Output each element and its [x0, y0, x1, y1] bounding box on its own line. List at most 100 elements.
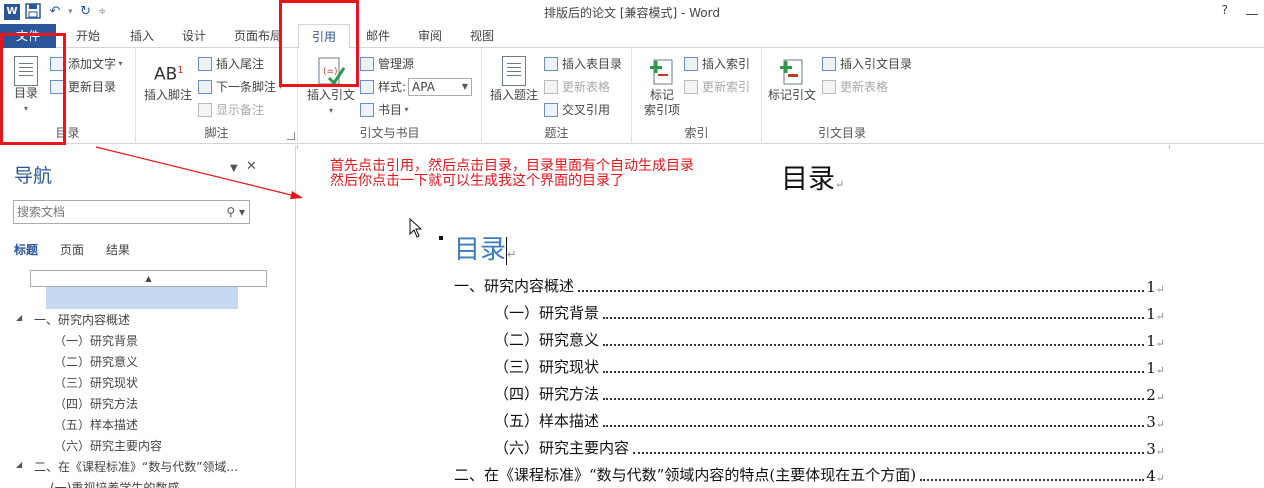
minimize-icon[interactable] [1246, 3, 1258, 15]
insert-citation-dropdown-icon: ▾ [328, 106, 333, 115]
update-toa-button[interactable]: 更新表格 [822, 77, 888, 97]
toc-entry[interactable]: 一、研究内容概述 1 ↵ [454, 276, 1165, 296]
nav-scroll-up-button[interactable]: ▲ [30, 270, 267, 287]
bibliography-button[interactable]: 书目 ▾ [360, 100, 409, 120]
nav-search-input[interactable]: 搜索文档 ⚲ ▾ [13, 200, 250, 224]
update-toc-label: 更新目录 [68, 80, 117, 94]
toc-leader-dots [603, 344, 1145, 346]
search-icon[interactable]: ⚲ ▾ [226, 201, 245, 223]
collapse-icon[interactable]: ◢ [16, 460, 22, 469]
toc-entry-text: （一）研究背景 [494, 304, 600, 322]
toc-entry[interactable]: （六）研究主要内容 3 ↵ [494, 438, 1165, 458]
toc-entry[interactable]: 二、在《课程标准》“数与代数”领域内容的特点(主要体现在五个方面) 4 ↵ [454, 465, 1165, 485]
note-line-1: 首先点击引用，然后点击目录，目录里面有个自动生成目录 [330, 158, 694, 174]
nav-tab-pages[interactable]: 页面 [60, 241, 84, 258]
toc-entry-text: （二）研究意义 [494, 331, 600, 349]
update-table-button[interactable]: 更新表格 [544, 77, 610, 97]
nav-heading-item[interactable]: (一)重视培养学生的数感 [50, 479, 179, 488]
paragraph-mark: ↵ [835, 178, 845, 191]
nav-close-icon[interactable]: ✕ [246, 159, 257, 174]
bibliography-icon [360, 103, 374, 117]
toc-page-number: 3 [1146, 440, 1156, 458]
insert-footnote-button[interactable]: AB1 插入脚注 [140, 56, 196, 103]
ribbon-tab-row: 文件 开始 插入 设计 页面布局 引用 邮件 审阅 视图 [0, 24, 1264, 49]
toc-page-number: 3 [1146, 413, 1156, 431]
window-title: 排版后的论文 [兼容模式] - Word [544, 6, 720, 20]
insert-table-of-figures-button[interactable]: 插入表目录 [544, 54, 622, 74]
tab-view[interactable]: 视图 [460, 24, 504, 48]
toc-entry[interactable]: （五）样本描述 3 ↵ [494, 411, 1165, 431]
tab-design[interactable]: 设计 [172, 24, 216, 48]
insert-toa-button[interactable]: 插入引文目录 [822, 54, 912, 74]
show-notes-button[interactable]: 显示备注 [198, 100, 264, 120]
citation-style-select[interactable]: APA ▼ [408, 78, 473, 96]
captions-group-label: 题注 [544, 126, 569, 140]
insert-index-button[interactable]: 插入索引 [684, 54, 750, 74]
update-index-label: 更新索引 [702, 80, 751, 94]
nav-heading-item[interactable]: （四）研究方法 [54, 395, 138, 412]
footnotes-group: AB1 插入脚注 插入尾注 下一条脚注 ▾ 显示备注 脚注 [136, 48, 298, 144]
insert-endnote-button[interactable]: 插入尾注 [198, 54, 264, 74]
add-text-dropdown-icon: ▾ [116, 59, 123, 68]
update-toa-label: 更新表格 [840, 80, 889, 94]
toc-heading[interactable]: 目录↵ [454, 229, 516, 266]
tab-home[interactable]: 开始 [66, 24, 110, 48]
insert-caption-label: 插入题注 [489, 88, 538, 102]
mark-citation-button[interactable]: 标记引文 [764, 56, 820, 103]
toc-leader-dots [920, 479, 1145, 481]
citation-style-value: APA [412, 80, 435, 94]
index-group-label: 索引 [684, 126, 709, 140]
nav-options-icon[interactable]: ▼ [230, 163, 238, 174]
toc-entry[interactable]: （二）研究意义 1 ↵ [494, 330, 1165, 350]
toc-leader-dots [603, 398, 1145, 400]
tab-mailings[interactable]: 邮件 [356, 24, 400, 48]
next-footnote-button[interactable]: 下一条脚注 ▾ [198, 77, 283, 97]
mark-entry-button[interactable]: 标记 索引项 [636, 56, 688, 118]
authorities-group: 标记引文 插入引文目录 更新表格 引文目录 [762, 48, 922, 144]
insert-toa-label: 插入引文目录 [840, 57, 913, 71]
nav-heading-item[interactable]: 一、研究内容概述 [34, 311, 130, 328]
nav-tab-headings[interactable]: 标题 [14, 241, 38, 258]
toc-entry[interactable]: （三）研究现状 1 ↵ [494, 357, 1165, 377]
manage-sources-button[interactable]: 管理源 [360, 54, 414, 74]
document-area[interactable]: 首先点击引用，然后点击目录，目录里面有个自动生成目录 然后你点击一下就可以生成我… [297, 145, 1264, 488]
nav-heading-item[interactable]: （六）研究主要内容 [54, 437, 162, 454]
nav-heading-item[interactable]: （五）样本描述 [54, 416, 138, 433]
footnote-icon-text: AB [154, 64, 178, 85]
mark-citation-icon [778, 56, 806, 86]
nav-tabs: 标题 页面 结果 [14, 241, 130, 258]
paragraph-mark: ↵ [1155, 445, 1165, 458]
note-line-2: 然后你点击一下就可以生成我这个界面的目录了 [330, 173, 624, 189]
toc-leader-dots [603, 371, 1145, 373]
tab-review[interactable]: 审阅 [408, 24, 452, 48]
nav-heading-item[interactable]: （一）研究背景 [54, 332, 138, 349]
paragraph-bullet [439, 236, 443, 240]
update-toa-icon [822, 80, 836, 94]
help-icon[interactable]: ? [1222, 3, 1228, 17]
cross-reference-button[interactable]: 交叉引用 [544, 100, 610, 120]
index-group: 标记 索引项 插入索引 更新索引 索引 [632, 48, 762, 144]
update-index-icon [684, 80, 698, 94]
highlight-references-tab [279, 0, 359, 87]
toc-page-number: 4 [1146, 467, 1156, 485]
paragraph-mark: ↵ [1155, 337, 1165, 350]
insert-caption-icon [500, 56, 528, 86]
toc-entry-text: （六）研究主要内容 [494, 439, 630, 457]
cross-reference-icon [544, 103, 558, 117]
footnotes-dialog-launcher-icon[interactable] [287, 132, 295, 140]
nav-tab-results[interactable]: 结果 [106, 241, 130, 258]
update-index-button[interactable]: 更新索引 [684, 77, 750, 97]
nav-heading-item[interactable]: （二）研究意义 [54, 353, 138, 370]
collapse-icon[interactable]: ◢ [16, 313, 22, 322]
insert-caption-button[interactable]: 插入题注 [486, 56, 542, 103]
toc-page-number: 1 [1146, 332, 1156, 350]
nav-search-placeholder: 搜索文档 [17, 205, 66, 219]
tab-insert[interactable]: 插入 [120, 24, 164, 48]
insert-index-icon [684, 57, 698, 71]
toc-entry[interactable]: （一）研究背景 1 ↵ [494, 303, 1165, 323]
nav-heading-item[interactable]: 二、在《课程标准》“数与代数”领域... [34, 458, 238, 475]
nav-heading-item[interactable]: （三）研究现状 [54, 374, 138, 391]
toc-entry[interactable]: （四）研究方法 2 ↵ [494, 384, 1165, 404]
mark-entry-icon [648, 56, 676, 86]
endnote-icon [198, 57, 212, 71]
